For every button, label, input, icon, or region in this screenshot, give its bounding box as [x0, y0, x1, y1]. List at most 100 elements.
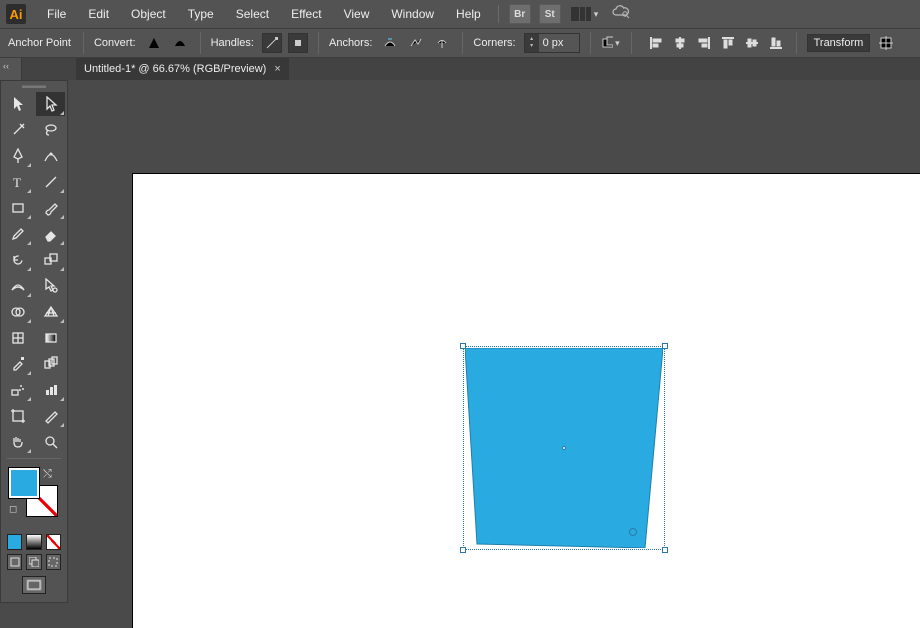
- menu-select[interactable]: Select: [227, 3, 278, 25]
- symbol-sprayer-tool[interactable]: [3, 378, 32, 402]
- remove-anchor-icon[interactable]: [380, 33, 400, 53]
- stepper-icon[interactable]: ▴▾: [525, 36, 539, 50]
- search-cloud-icon[interactable]: [612, 5, 630, 24]
- swap-fill-stroke-icon[interactable]: ⤭: [43, 468, 52, 481]
- chevron-down-icon: ▾: [615, 38, 620, 49]
- bbox-handle-tl[interactable]: [460, 343, 466, 349]
- separator: [200, 32, 201, 54]
- color-mode-none[interactable]: [46, 534, 61, 550]
- draw-normal-icon[interactable]: [7, 554, 22, 570]
- align-vcenter-icon[interactable]: [742, 33, 762, 53]
- hand-tool[interactable]: [3, 430, 32, 454]
- document-tab[interactable]: Untitled-1* @ 66.67% (RGB/Preview) ×: [76, 58, 289, 80]
- slice-tool[interactable]: [36, 404, 65, 428]
- menu-file[interactable]: File: [38, 3, 75, 25]
- menu-effect[interactable]: Effect: [282, 3, 330, 25]
- bridge-icon[interactable]: Br: [509, 4, 531, 24]
- menu-view[interactable]: View: [335, 3, 379, 25]
- screen-mode-icon[interactable]: [22, 576, 46, 594]
- cut-path-icon[interactable]: [432, 33, 452, 53]
- selection-tool[interactable]: [3, 92, 32, 116]
- bbox-handle-tr[interactable]: [662, 343, 668, 349]
- shape-center-icon: [562, 446, 566, 450]
- align-top-icon[interactable]: [718, 33, 738, 53]
- artboard-tool[interactable]: [3, 404, 32, 428]
- tools-panel: T ⤭ ◻: [0, 80, 68, 603]
- corner-radius-input[interactable]: [539, 34, 579, 52]
- paintbrush-tool[interactable]: [36, 196, 65, 220]
- menu-type[interactable]: Type: [179, 3, 223, 25]
- menu-window[interactable]: Window: [382, 3, 443, 25]
- fill-stroke-swatches[interactable]: ⤭ ◻: [7, 466, 61, 528]
- align-group: [646, 33, 786, 53]
- separator: [7, 458, 61, 459]
- fill-swatch[interactable]: [9, 468, 39, 498]
- chevron-down-icon: ▾: [594, 9, 599, 20]
- direct-selection-tool[interactable]: [36, 92, 65, 116]
- gradient-tool[interactable]: [36, 326, 65, 350]
- eraser-tool[interactable]: [36, 222, 65, 246]
- align-bottom-icon[interactable]: [766, 33, 786, 53]
- magic-wand-tool[interactable]: [3, 118, 32, 142]
- stock-icon[interactable]: St: [539, 4, 561, 24]
- align-left-icon[interactable]: [646, 33, 666, 53]
- align-right-icon[interactable]: [694, 33, 714, 53]
- perspective-grid-tool[interactable]: [36, 300, 65, 324]
- draw-behind-icon[interactable]: [26, 554, 41, 570]
- anchors-label: Anchors:: [329, 37, 372, 49]
- lasso-tool[interactable]: [36, 118, 65, 142]
- default-fill-stroke-icon[interactable]: ◻: [9, 504, 17, 515]
- chevron-left-icon: ‹‹: [3, 61, 9, 71]
- live-corner-widget[interactable]: [629, 528, 637, 536]
- mesh-tool[interactable]: [3, 326, 32, 350]
- app-logo-icon: Ai: [6, 4, 26, 24]
- document-tab-strip: Untitled-1* @ 66.67% (RGB/Preview) ×: [0, 58, 920, 80]
- isolate-icon[interactable]: ▾: [601, 33, 621, 53]
- rectangle-tool[interactable]: [3, 196, 32, 220]
- separator: [498, 5, 499, 23]
- bbox-handle-br[interactable]: [662, 547, 668, 553]
- transform-each-icon[interactable]: [876, 33, 896, 53]
- width-tool[interactable]: [3, 274, 32, 298]
- draw-inside-icon[interactable]: [46, 554, 61, 570]
- workspace-switcher[interactable]: ▾: [571, 7, 599, 21]
- canvas-stage[interactable]: [75, 80, 920, 628]
- menu-object[interactable]: Object: [122, 3, 175, 25]
- column-graph-tool[interactable]: [36, 378, 65, 402]
- corners-label: Corners:: [473, 37, 515, 49]
- scale-tool[interactable]: [36, 248, 65, 272]
- blend-tool[interactable]: [36, 352, 65, 376]
- eyedropper-tool[interactable]: [3, 352, 32, 376]
- show-handles-icon[interactable]: [262, 33, 282, 53]
- connect-anchor-icon[interactable]: [406, 33, 426, 53]
- bbox-handle-bl[interactable]: [460, 547, 466, 553]
- svg-text:T: T: [13, 175, 21, 189]
- type-tool[interactable]: T: [3, 170, 32, 194]
- separator: [318, 32, 319, 54]
- shape-builder-tool[interactable]: [3, 300, 32, 324]
- menu-help[interactable]: Help: [447, 3, 490, 25]
- separator: [462, 32, 463, 54]
- color-mode-row: [7, 534, 61, 550]
- zoom-tool[interactable]: [36, 430, 65, 454]
- panel-collapse-strip[interactable]: ‹‹: [0, 58, 22, 80]
- close-icon[interactable]: ×: [274, 63, 280, 75]
- menu-bar: Ai File Edit Object Type Select Effect V…: [0, 0, 920, 28]
- line-tool[interactable]: [36, 170, 65, 194]
- handles-label: Handles:: [211, 37, 254, 49]
- color-mode-solid[interactable]: [7, 534, 22, 550]
- curvature-tool[interactable]: [36, 144, 65, 168]
- corner-radius-field[interactable]: ▴▾: [524, 33, 580, 53]
- free-transform-tool[interactable]: [36, 274, 65, 298]
- color-mode-gradient[interactable]: [26, 534, 41, 550]
- pen-tool[interactable]: [3, 144, 32, 168]
- transform-button[interactable]: Transform: [807, 34, 871, 52]
- rotate-tool[interactable]: [3, 248, 32, 272]
- document-tab-title: Untitled-1* @ 66.67% (RGB/Preview): [84, 63, 266, 75]
- convert-smooth-icon[interactable]: [170, 33, 190, 53]
- menu-edit[interactable]: Edit: [79, 3, 118, 25]
- pencil-tool[interactable]: [3, 222, 32, 246]
- convert-corner-icon[interactable]: [144, 33, 164, 53]
- align-hcenter-icon[interactable]: [670, 33, 690, 53]
- hide-handles-icon[interactable]: [288, 33, 308, 53]
